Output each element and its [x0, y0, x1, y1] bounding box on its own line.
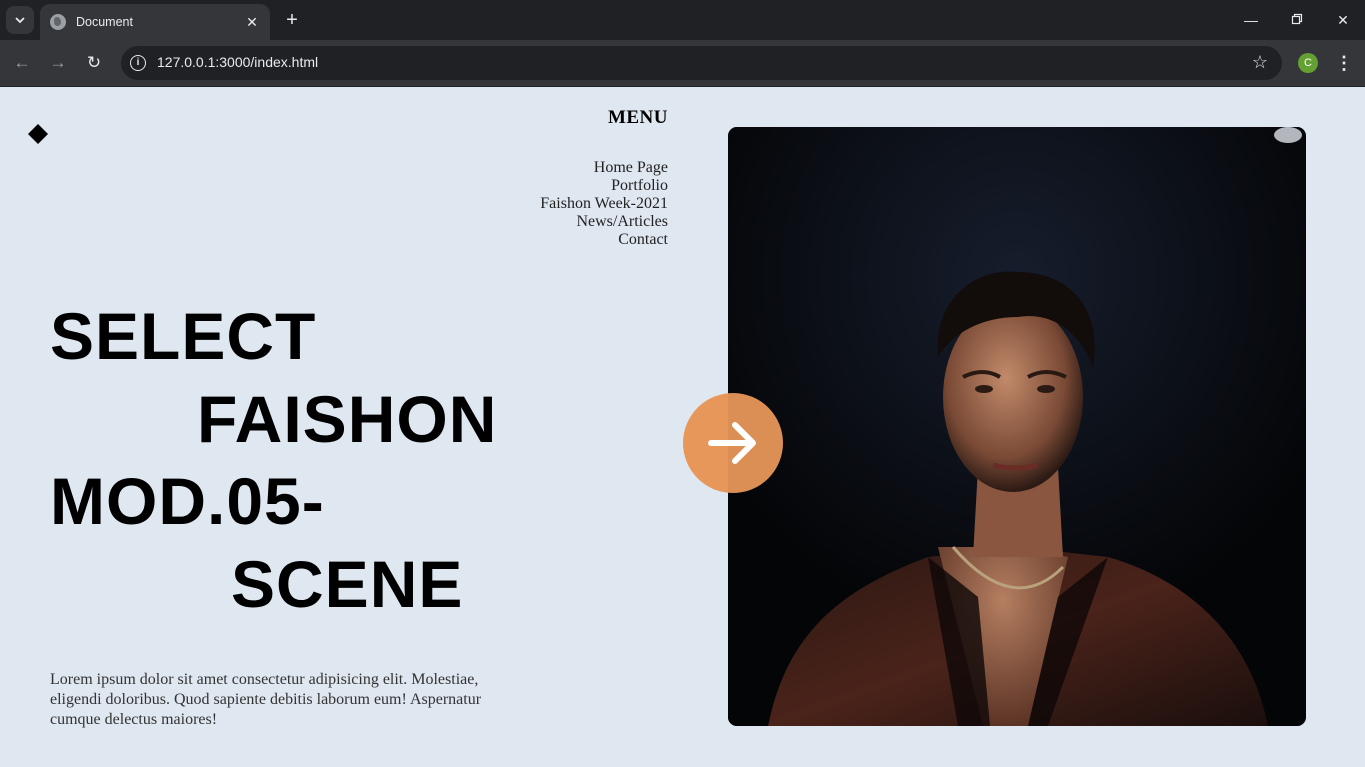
headline-line-1: SELECT — [50, 299, 317, 373]
nav-item-home[interactable]: Home Page — [540, 159, 668, 177]
next-arrow-button[interactable] — [683, 393, 783, 493]
arrow-right-icon — [708, 422, 756, 464]
address-bar[interactable]: i 127.0.0.1:3000/index.html ☆ — [121, 46, 1282, 80]
profile-avatar[interactable]: C — [1298, 53, 1318, 73]
new-tab-button[interactable]: + — [282, 8, 302, 32]
diamond-icon — [28, 124, 48, 144]
minimize-icon[interactable]: — — [1236, 8, 1266, 32]
nav-item-news[interactable]: News/Articles — [540, 213, 668, 231]
close-tab-icon[interactable]: ✕ — [244, 14, 260, 31]
headline-line-3: MOD.05- — [50, 464, 325, 538]
site-info-icon[interactable]: i — [130, 55, 146, 71]
chevron-down-icon — [15, 17, 25, 24]
browser-toolbar: ← → ↻ i 127.0.0.1:3000/index.html ☆ C ⋮ — [0, 40, 1365, 87]
forward-arrow-icon[interactable]: → — [46, 51, 70, 75]
tab-search-button[interactable] — [6, 6, 34, 34]
nav-item-contact[interactable]: Contact — [540, 231, 668, 249]
globe-icon — [50, 14, 66, 30]
nav-item-portfolio[interactable]: Portfolio — [540, 177, 668, 195]
reload-icon[interactable]: ↻ — [82, 51, 106, 75]
nav-item-fashion-week[interactable]: Faishon Week-2021 — [540, 195, 668, 213]
tab-title: Document — [76, 15, 133, 29]
back-arrow-icon[interactable]: ← — [10, 51, 34, 75]
nav-menu: Home Page Portfolio Faishon Week-2021 Ne… — [540, 159, 668, 249]
hero-description: Lorem ipsum dolor sit amet consectetur a… — [50, 671, 482, 728]
url-text[interactable]: 127.0.0.1:3000/index.html — [157, 54, 318, 70]
more-menu-icon[interactable]: ⋮ — [1334, 51, 1354, 75]
headline-line-2: FAISHON — [197, 382, 498, 456]
hero-photo — [728, 127, 1306, 726]
bookmark-star-icon[interactable]: ☆ — [1252, 52, 1268, 73]
menu-title: MENU — [607, 107, 668, 128]
browser-tab-strip: Document ✕ + — ✕ — [0, 0, 1365, 40]
headline-line-4: SCENE — [231, 547, 464, 621]
close-window-icon[interactable]: ✕ — [1328, 8, 1358, 32]
browser-tab[interactable]: Document ✕ — [40, 4, 270, 40]
page-content: MENU Home Page Portfolio Faishon Week-20… — [0, 87, 1365, 767]
restore-icon[interactable] — [1282, 8, 1312, 32]
